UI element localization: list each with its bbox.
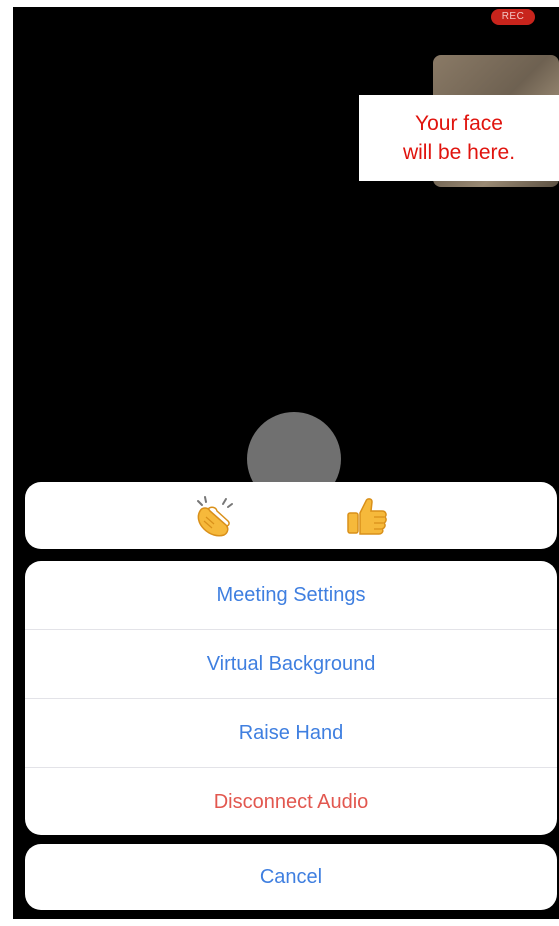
cancel-button[interactable]: Cancel (25, 844, 557, 910)
action-sheet: Meeting Settings Virtual Background Rais… (25, 561, 557, 835)
meeting-settings-button[interactable]: Meeting Settings (25, 561, 557, 629)
meeting-screen: REC Your face will be here. Meeting Sett… (13, 7, 559, 919)
thumbs-up-icon (347, 497, 387, 535)
recording-badge: REC (491, 9, 535, 25)
raise-hand-button[interactable]: Raise Hand (25, 698, 557, 767)
clapping-hands-icon (197, 495, 233, 536)
self-view-note-text: Your face will be here. (402, 112, 516, 164)
self-view-note: Your face will be here. (359, 95, 559, 181)
thumbs-up-reaction-button[interactable] (339, 491, 395, 541)
virtual-background-button[interactable]: Virtual Background (25, 629, 557, 698)
clap-reaction-button[interactable] (187, 491, 243, 541)
disconnect-audio-button[interactable]: Disconnect Audio (25, 767, 557, 835)
reactions-panel (25, 482, 557, 549)
